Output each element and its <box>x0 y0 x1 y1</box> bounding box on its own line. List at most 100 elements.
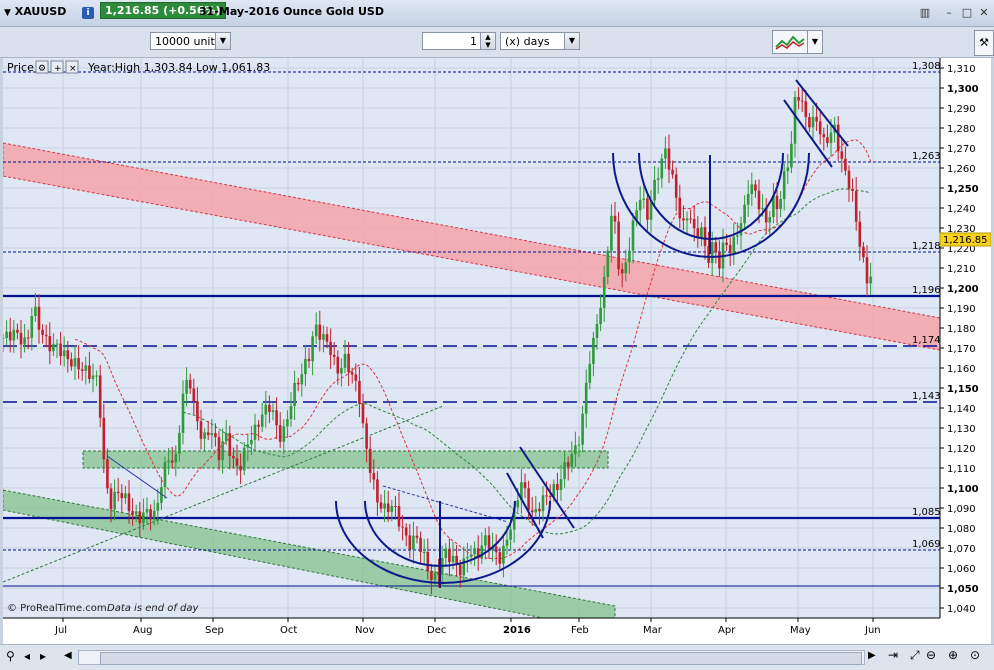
close-icon[interactable]: ✕ <box>977 6 991 20</box>
price-chart[interactable]: 1,040 1,050 1,060 1,070 1,080 1,090 1,100 1,110… <box>1 58 992 647</box>
candle-body <box>192 388 196 402</box>
scroll-left-icon[interactable]: ◀ <box>64 650 72 661</box>
candle-body <box>674 174 678 198</box>
level-label: 1,174 <box>912 335 941 346</box>
symbol-dropdown[interactable]: ▼ XAUUSD <box>4 5 66 18</box>
jump-end-icon[interactable]: ⇥ <box>888 648 898 662</box>
candle-body <box>408 535 412 550</box>
y-tick-label: 1,260 <box>947 164 976 175</box>
stepper-arrows-icon[interactable]: ▲ ▼ <box>480 33 495 49</box>
svg-text:+: + <box>54 64 62 74</box>
candle-body <box>16 329 19 333</box>
zoom-reset-icon[interactable]: ⊙ <box>970 648 980 662</box>
maximize-icon[interactable]: □ <box>960 6 974 20</box>
candle-body <box>800 100 804 102</box>
zoom-in-icon[interactable]: ⊕ <box>948 648 958 662</box>
candle-body <box>545 495 548 497</box>
candle-body <box>203 432 206 439</box>
candle-body <box>775 195 779 210</box>
candle-body <box>304 358 307 375</box>
candle-body <box>754 184 757 191</box>
candle-body <box>120 493 124 499</box>
chevron-down-icon[interactable]: ▼ <box>564 33 579 49</box>
candle-body <box>682 218 685 221</box>
side-panel-toggle[interactable]: ⚒ <box>974 30 994 56</box>
chevron-down-icon[interactable]: ▼ <box>807 30 823 54</box>
candle-body <box>534 508 538 513</box>
candle-body <box>156 502 160 511</box>
y-tick-label: 1,300 <box>947 84 979 95</box>
candle-body <box>736 235 739 237</box>
properties-icon[interactable]: ▥ <box>918 6 932 20</box>
candle-body <box>329 341 332 355</box>
x-tick-label: May <box>790 625 811 636</box>
candle-body <box>253 424 257 440</box>
candle-body <box>725 242 728 246</box>
level-label: 1,218 <box>912 241 941 252</box>
y-tick-label: 1,110 <box>947 464 976 475</box>
chart-svg: 1,040 1,050 1,060 1,070 1,080 1,090 1,100 1,110… <box>1 58 992 644</box>
horizontal-scrollbar[interactable] <box>78 650 865 665</box>
candle-body <box>152 510 156 519</box>
units-select[interactable]: 10000 units ▼ <box>150 32 231 50</box>
period-stepper[interactable]: 1 ▲ ▼ <box>422 32 496 50</box>
info-icon[interactable]: i <box>82 7 94 19</box>
y-tick-label: 1,160 <box>947 364 976 375</box>
fit-icon[interactable]: ⤢ <box>910 648 920 663</box>
candle-body <box>728 245 732 254</box>
info-icon-wrap[interactable]: i <box>82 5 94 19</box>
candle-body <box>818 121 822 135</box>
candle-body <box>286 419 289 427</box>
candle-body <box>91 375 95 379</box>
chart-style-button[interactable] <box>772 30 808 54</box>
candle-body <box>268 404 271 413</box>
svg-text:⚙: ⚙ <box>38 64 46 74</box>
y-tick-label: 1,240 <box>947 204 976 215</box>
candle-body <box>815 116 818 122</box>
candle-body <box>466 556 469 559</box>
candle-body <box>264 404 268 415</box>
candle-body <box>361 403 365 424</box>
candle-body <box>718 252 721 269</box>
candle-body <box>664 148 667 159</box>
candle-body <box>134 511 138 515</box>
y-tick-label: 1,050 <box>947 584 979 595</box>
x-tick-label: Mar <box>643 625 663 636</box>
candle-body <box>502 545 505 564</box>
wrench-icon[interactable]: ⚙ <box>35 60 49 74</box>
link-icon[interactable]: ⚲ <box>6 649 15 663</box>
x-tick-label: Jul <box>54 625 67 636</box>
scrollbar-thumb[interactable] <box>100 652 862 665</box>
add-icon[interactable]: + <box>50 60 64 74</box>
pan-left-icon[interactable]: ◂ <box>24 649 30 663</box>
candle-body <box>48 336 52 352</box>
candle-body <box>167 460 170 463</box>
period-unit-select[interactable]: (x) days ▼ <box>500 32 580 50</box>
candle-body <box>372 473 376 480</box>
candle-body <box>646 198 649 220</box>
scroll-right-icon[interactable]: ▶ <box>868 650 876 661</box>
candle-body <box>289 405 293 420</box>
candle-body <box>66 350 70 360</box>
candle-body <box>556 483 559 490</box>
close-indicator-icon[interactable]: × <box>65 60 79 74</box>
level-label: 1,196 <box>912 285 941 296</box>
y-tick-label: 1,200 <box>947 284 979 295</box>
chevron-down-icon[interactable]: ▼ <box>215 33 230 49</box>
candle-body <box>228 433 232 456</box>
candle-body <box>574 445 577 455</box>
candle-body <box>865 257 869 284</box>
minimize-icon[interactable]: – <box>942 6 956 20</box>
candle-body <box>793 97 797 144</box>
candle-body <box>30 316 34 338</box>
y-tick-label: 1,290 <box>947 104 976 115</box>
candle-body <box>178 432 181 454</box>
zoom-out-icon[interactable]: ⊖ <box>926 648 936 662</box>
y-tick-label: 1,080 <box>947 524 976 535</box>
candle-body <box>275 410 278 426</box>
candle-body <box>95 375 98 377</box>
candle-body <box>516 500 520 508</box>
pan-right-icon[interactable]: ▸ <box>40 649 46 663</box>
candle-body <box>592 337 595 364</box>
candle-body <box>70 359 73 367</box>
